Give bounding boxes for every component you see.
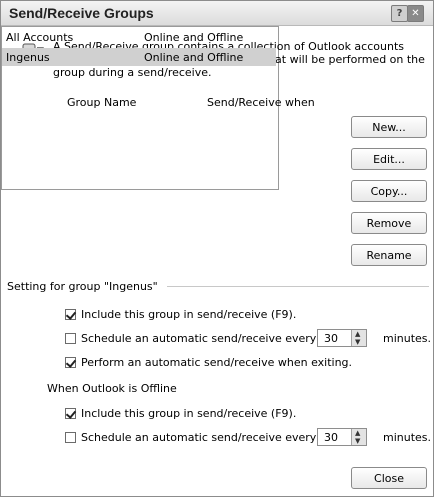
- close-button[interactable]: Close: [351, 467, 427, 489]
- spinner-down-icon[interactable]: ▼: [355, 437, 360, 445]
- schedule-checkbox[interactable]: [65, 333, 76, 344]
- minutes-label: minutes.: [383, 332, 432, 345]
- group-name-cell: Ingenus: [6, 51, 50, 64]
- offline-schedule-checkbox[interactable]: [65, 432, 76, 443]
- offline-include-checkbox[interactable]: [65, 408, 76, 419]
- exiting-label: Perform an automatic send/receive when e…: [81, 356, 353, 369]
- include-group-checkbox[interactable]: [65, 309, 76, 320]
- schedule-label: Schedule an automatic send/receive every: [81, 332, 317, 345]
- offline-schedule-label: Schedule an automatic send/receive every: [81, 431, 317, 444]
- remove-button[interactable]: Remove: [351, 212, 427, 234]
- offline-minutes-spinner[interactable]: 30 ▲ ▼: [317, 428, 367, 446]
- spinner-down-icon[interactable]: ▼: [355, 338, 360, 346]
- spinner-value: 30: [324, 431, 338, 444]
- setting-section-label: Setting for group "Ingenus": [7, 280, 158, 293]
- include-group-label: Include this group in send/receive (F9).: [81, 308, 297, 321]
- column-header-group-name: Group Name: [67, 96, 137, 109]
- spinner-value: 30: [324, 332, 338, 345]
- group-when-cell: Online and Offline: [144, 31, 244, 44]
- minutes-label: minutes.: [383, 431, 432, 444]
- spinner-up-icon[interactable]: ▲: [355, 330, 360, 338]
- group-when-cell: Online and Offline: [144, 51, 244, 64]
- dialog-title: Send/Receive Groups: [9, 5, 154, 21]
- send-receive-groups-dialog: Send/Receive Groups ? ✕ A Send/Receive g…: [0, 0, 434, 497]
- offline-section-label: When Outlook is Offline: [47, 382, 177, 395]
- help-button[interactable]: ?: [391, 5, 408, 22]
- close-window-button[interactable]: ✕: [407, 5, 424, 22]
- spinner-arrows[interactable]: ▲ ▼: [351, 330, 366, 346]
- exiting-checkbox[interactable]: [65, 357, 76, 368]
- spinner-arrows[interactable]: ▲ ▼: [351, 429, 366, 445]
- group-name-cell: All Accounts: [6, 31, 74, 44]
- column-header-send-receive-when: Send/Receive when: [207, 96, 315, 109]
- dialog-content: A Send/Receive group contains a collecti…: [1, 26, 433, 496]
- copy-button[interactable]: Copy...: [351, 180, 427, 202]
- schedule-minutes-spinner[interactable]: 30 ▲ ▼: [317, 329, 367, 347]
- offline-include-label: Include this group in send/receive (F9).: [81, 407, 297, 420]
- list-item[interactable]: Ingenus Online and Offline: [2, 48, 276, 66]
- titlebar: Send/Receive Groups ? ✕: [1, 1, 433, 26]
- spinner-up-icon[interactable]: ▲: [355, 429, 360, 437]
- divider: [167, 286, 429, 287]
- list-item[interactable]: All Accounts Online and Offline: [2, 28, 276, 46]
- rename-button[interactable]: Rename: [351, 244, 427, 266]
- new-button[interactable]: New...: [351, 116, 427, 138]
- edit-button[interactable]: Edit...: [351, 148, 427, 170]
